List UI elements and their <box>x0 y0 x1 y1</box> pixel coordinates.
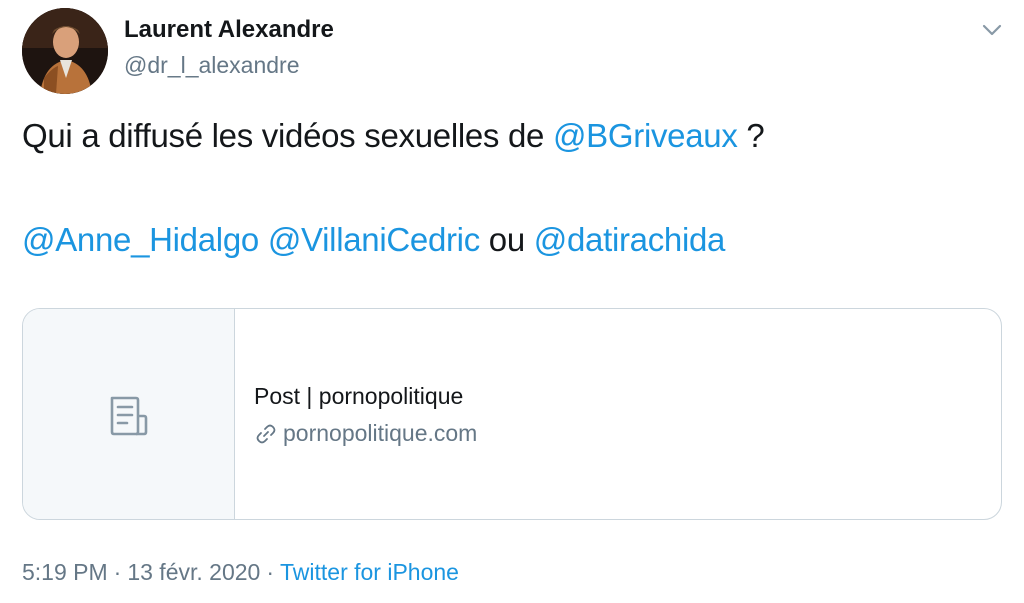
separator: · <box>113 559 122 585</box>
tweet-source[interactable]: Twitter for iPhone <box>280 559 459 585</box>
card-domain: pornopolitique.com <box>254 420 477 447</box>
link-card[interactable]: Post | pornopolitique pornopolitique.com <box>22 308 1002 520</box>
card-domain-text: pornopolitique.com <box>283 420 478 446</box>
mention-link[interactable]: @datirachida <box>534 221 726 258</box>
avatar[interactable] <box>22 8 108 94</box>
tweet-text-segment: Qui a diffusé les vidéos sexuelles de <box>22 117 553 154</box>
chevron-down-icon[interactable] <box>976 16 1008 44</box>
tweet-text: Qui a diffusé les vidéos sexuelles de @B… <box>22 110 1002 266</box>
tweet-line-2: @Anne_Hidalgo @VillaniCedric ou @datirac… <box>22 214 1002 266</box>
mention-link[interactable]: @VillaniCedric <box>268 221 480 258</box>
tweet: Laurent Alexandre @dr_l_alexandre Qui a … <box>0 0 1024 603</box>
tweet-text-segment: ? <box>737 117 765 154</box>
document-icon <box>110 396 148 436</box>
link-icon <box>254 422 278 446</box>
tweet-line-1: Qui a diffusé les vidéos sexuelles de @B… <box>22 110 1002 162</box>
tweet-meta: 5:19 PM · 13 févr. 2020 · Twitter for iPhone <box>22 559 459 586</box>
mention-link[interactable]: @BGriveaux <box>553 117 738 154</box>
mention-link[interactable]: @Anne_Hidalgo <box>22 221 259 258</box>
tweet-date[interactable]: 13 févr. 2020 <box>127 559 260 585</box>
tweet-time[interactable]: 5:19 PM <box>22 559 108 585</box>
tweet-line-break <box>22 162 1002 214</box>
author-handle[interactable]: @dr_l_alexandre <box>124 52 300 79</box>
author-name[interactable]: Laurent Alexandre <box>124 16 334 44</box>
card-thumbnail <box>23 309 235 519</box>
avatar-image <box>22 8 108 94</box>
card-title: Post | pornopolitique <box>254 383 464 409</box>
separator: · <box>266 559 274 585</box>
tweet-text-segment: ou <box>479 221 534 258</box>
